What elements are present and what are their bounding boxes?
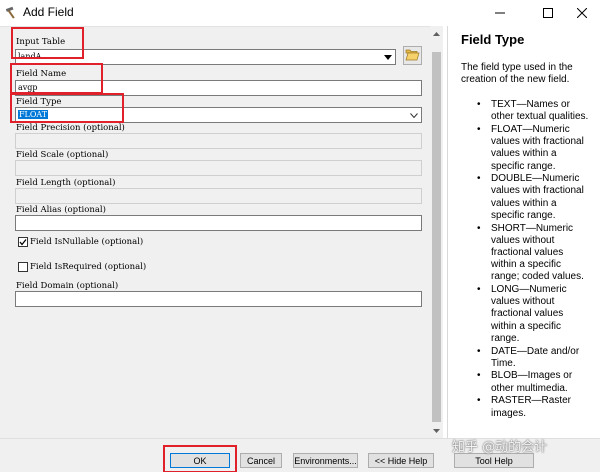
minimize-button[interactable]	[484, 0, 516, 24]
field-scale-input[interactable]	[15, 160, 422, 176]
hammer-icon	[5, 5, 19, 19]
bullet-icon: •	[477, 222, 481, 234]
hide-help-button[interactable]: << Hide Help	[368, 453, 434, 468]
field-alias-input[interactable]	[15, 215, 422, 231]
bullet-icon: •	[477, 284, 481, 296]
chevron-down-icon[interactable]	[407, 108, 421, 122]
minimize-icon	[495, 3, 505, 22]
scroll-thumb[interactable]	[432, 52, 441, 422]
environments-button[interactable]: Environments...	[293, 453, 358, 468]
field-domain-input[interactable]	[15, 291, 422, 307]
field-isnullable-checkbox[interactable]	[18, 237, 28, 247]
browse-button[interactable]	[403, 46, 422, 65]
folder-open-icon	[405, 46, 420, 65]
help-item-double: • DOUBLE—Numeric values with fractional v…	[477, 173, 584, 221]
ok-highlight	[163, 445, 237, 472]
help-item-short: • SHORT—Numeric values without fractional…	[477, 222, 584, 283]
field-name-highlight	[10, 63, 103, 94]
field-length-label: Field Length (optional)	[16, 178, 116, 188]
bullet-icon: •	[477, 123, 481, 135]
input-table-highlight	[11, 27, 84, 59]
field-isnullable-label: Field IsNullable (optional)	[30, 237, 144, 247]
field-isrequired-checkbox[interactable]	[18, 262, 28, 272]
cancel-button[interactable]: Cancel	[240, 453, 282, 468]
field-precision-label: Field Precision (optional)	[16, 123, 125, 133]
chevron-down-icon[interactable]	[381, 50, 395, 64]
help-item-blob: • BLOB—Images or other multimedia.	[477, 370, 573, 394]
field-precision-input[interactable]	[15, 133, 422, 149]
bullet-icon: •	[477, 370, 481, 382]
maximize-icon	[543, 3, 553, 22]
title-bar: Add Field	[0, 0, 600, 26]
help-item-raster: • RASTER—Raster images.	[477, 395, 572, 419]
field-domain-label: Field Domain (optional)	[16, 281, 119, 291]
maximize-button[interactable]	[532, 0, 564, 24]
field-alias-label: Field Alias (optional)	[16, 205, 106, 215]
field-isrequired-label: Field IsRequired (optional)	[30, 262, 147, 272]
watermark: 知乎 @动的会计	[452, 440, 548, 455]
window-title: Add Field	[23, 5, 74, 19]
close-icon	[576, 3, 588, 22]
help-item-float: • FLOAT—Numeric values with fractional va…	[477, 123, 584, 172]
field-type-highlight	[10, 93, 124, 123]
parameters-pane: Input Table landA Field Name avgp Field …	[0, 26, 438, 438]
close-button[interactable]	[566, 0, 598, 24]
bullet-icon: •	[477, 345, 481, 357]
help-title: Field Type	[461, 32, 525, 47]
help-list: • TEXT—Names or other textual qualities. …	[461, 99, 591, 420]
help-item-date: • DATE—Date and/or Time.	[477, 345, 580, 369]
field-scale-label: Field Scale (optional)	[16, 150, 109, 160]
bullet-icon: •	[477, 173, 481, 185]
tool-help-button[interactable]: Tool Help	[454, 453, 534, 468]
field-length-input[interactable]	[15, 188, 422, 204]
form-scrollbar[interactable]	[430, 26, 443, 438]
help-item-text: • TEXT—Names or other textual qualities.	[477, 99, 589, 123]
scroll-down-icon[interactable]	[432, 426, 441, 435]
help-item-long: • LONG—Numeric values without fractional …	[477, 284, 567, 344]
help-intro: The field type used in the creation of t…	[461, 62, 573, 85]
help-pane: Field Type The field type used in the cr…	[447, 26, 600, 438]
scroll-up-icon[interactable]	[432, 29, 441, 38]
bullet-icon: •	[477, 395, 481, 407]
bullet-icon: •	[477, 99, 481, 110]
